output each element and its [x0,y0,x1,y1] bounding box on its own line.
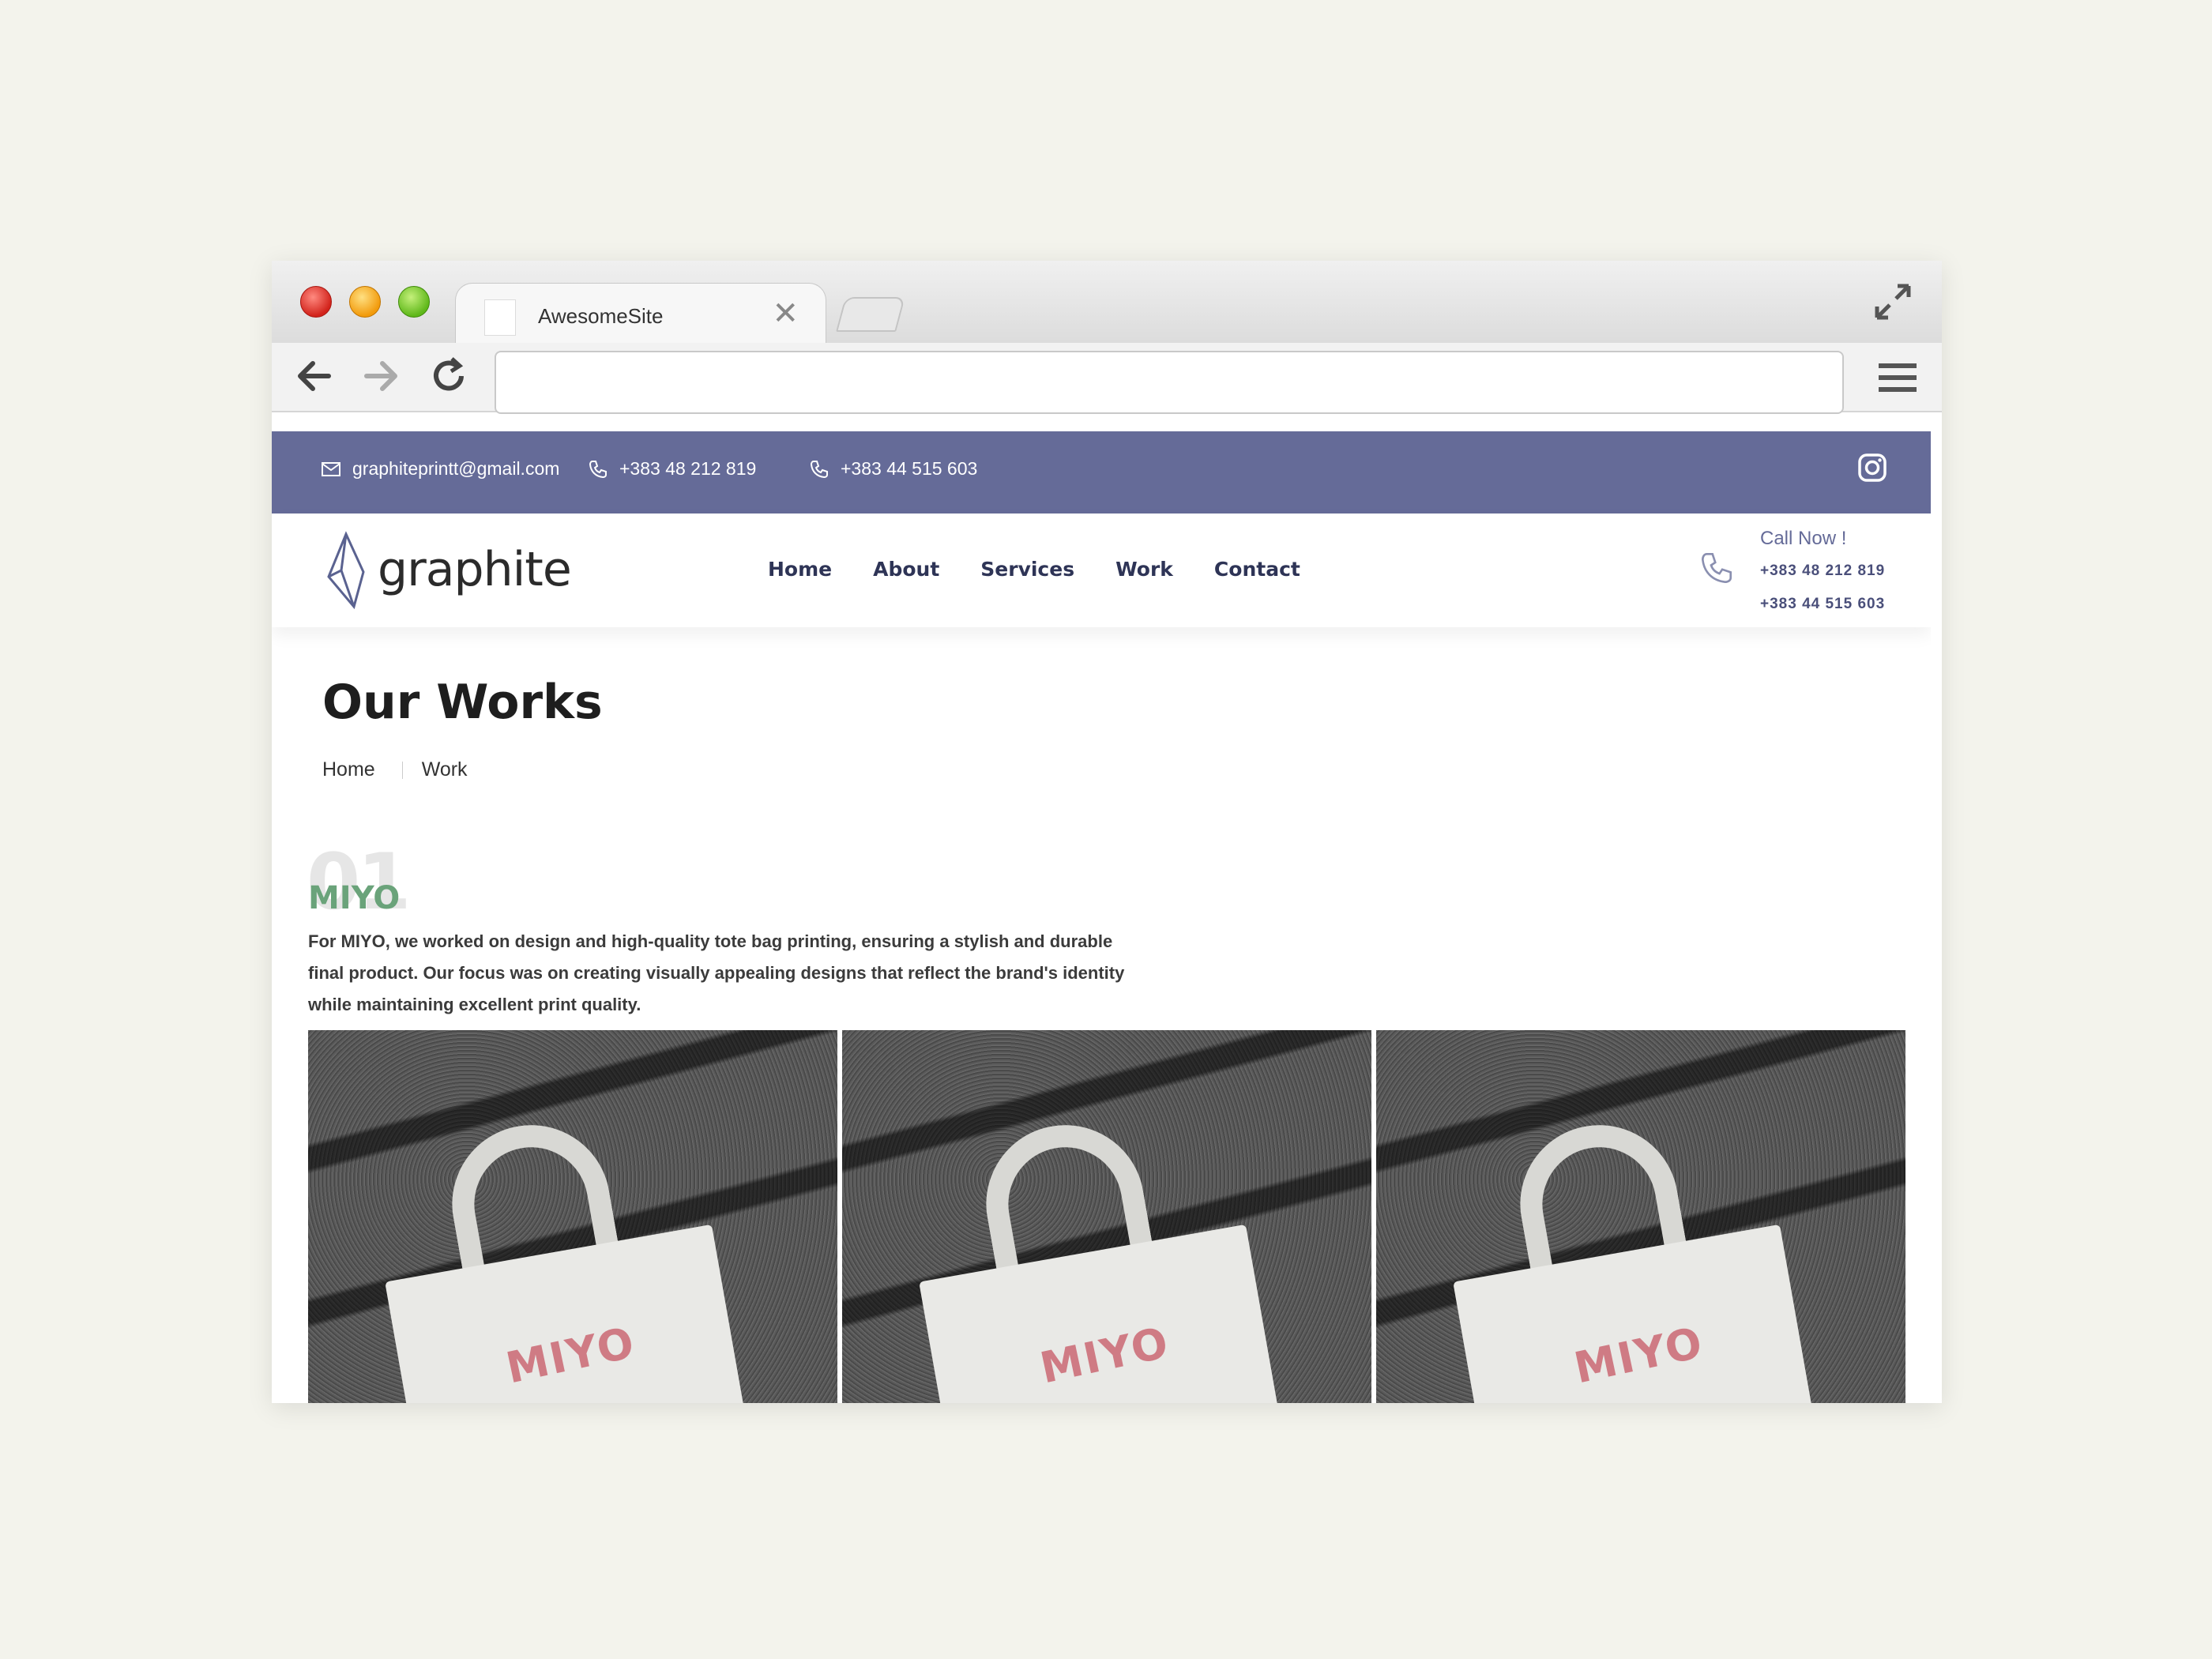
nav-contact[interactable]: Contact [1214,558,1300,581]
forward-arrow-icon[interactable] [357,352,404,400]
nav-services[interactable]: Services [980,558,1074,581]
phone-contact-2[interactable]: +383 44 515 603 [809,458,977,480]
browser-titlebar: AwesomeSite ✕ [272,261,1942,344]
work-name: MIYO [308,880,401,916]
logo-text[interactable]: graphite [378,542,572,597]
email-contact[interactable]: graphiteprintt@gmail.com [321,458,559,480]
tab-title: AwesomeSite [538,304,664,328]
email-icon [322,461,340,476]
close-window-button[interactable] [300,286,332,318]
email-text: graphiteprintt@gmail.com [352,458,560,479]
page-title: Our Works [322,675,603,730]
address-bar[interactable] [495,351,1844,414]
browser-window: AwesomeSite ✕ graphiteprintt@gmail.com +… [272,261,1942,1403]
logo-crystal-icon[interactable] [322,531,370,610]
nav-home[interactable]: Home [768,558,832,581]
browser-tab[interactable]: AwesomeSite ✕ [455,283,826,344]
phone-contact-1[interactable]: +383 48 212 819 [588,458,756,480]
phone1-text: +383 48 212 819 [619,458,757,479]
hamburger-menu-icon[interactable] [1875,354,1920,401]
breadcrumb-current: Work [421,758,468,781]
contact-topbar: graphiteprintt@gmail.com +383 48 212 819… [272,431,1931,514]
minimize-window-button[interactable] [349,286,381,318]
call-number-1[interactable]: +383 48 212 819 [1760,562,1885,580]
browser-toolbar [272,343,1942,414]
work-gallery: MIYO MIYO MIYO [308,1030,1905,1403]
favicon-icon [484,299,516,336]
gallery-photo-3[interactable]: MIYO [1376,1030,1905,1403]
phone2-text: +383 44 515 603 [841,458,978,479]
main-nav: Home About Services Work Contact [768,558,1300,581]
web-page: graphiteprintt@gmail.com +383 48 212 819… [272,414,1931,1403]
call-number-2[interactable]: +383 44 515 603 [1760,596,1885,613]
nav-work[interactable]: Work [1115,558,1173,581]
breadcrumb: Home Work [322,758,468,781]
phone-icon [589,460,607,478]
new-tab-button[interactable] [836,297,905,332]
nav-about[interactable]: About [873,558,939,581]
breadcrumb-separator [401,761,403,779]
work-description: For MIYO, we worked on design and high-q… [308,931,1125,1014]
gallery-photo-2[interactable]: MIYO [842,1030,1371,1403]
gallery-photo-1[interactable]: MIYO [308,1030,837,1403]
expand-icon[interactable] [1871,280,1915,324]
phone-icon [810,460,828,478]
reload-icon[interactable] [425,352,472,400]
instagram-icon[interactable] [1856,452,1888,483]
phone-icon [1701,552,1732,584]
back-arrow-icon[interactable] [291,352,338,400]
breadcrumb-home[interactable]: Home [322,758,375,781]
site-header: graphite Home About Services Work Contac… [272,514,1931,627]
maximize-window-button[interactable] [398,286,430,318]
tab-close-icon[interactable]: ✕ [772,295,799,333]
call-now-label: Call Now ! [1760,528,1847,549]
